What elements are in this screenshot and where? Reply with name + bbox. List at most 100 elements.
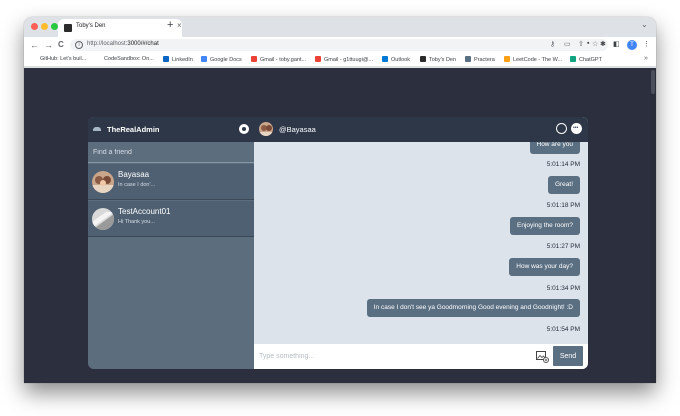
contact-item[interactable]: TestAccount01 Hi Thank you... [88, 201, 254, 237]
bookmark-gmail-2[interactable]: Gmail - g1ttuugi@... [315, 56, 373, 63]
bookmark-label: GitHub: Let's buil... [40, 56, 87, 62]
message-time: 5:01:54 PM [546, 326, 580, 333]
docs-icon [201, 56, 207, 62]
more-options-icon[interactable]: ••• [571, 123, 582, 134]
contact-name: TestAccount01 [118, 207, 171, 216]
browser-toolbar: ← → C i http://localhost:3000/#/chat ⚷ ▭… [24, 37, 656, 53]
forward-button[interactable]: → [44, 38, 53, 52]
message-composer: Send [254, 344, 588, 369]
bookmark-label: Outlook [391, 57, 410, 63]
message-time: 5:01:18 PM [546, 202, 580, 209]
maximize-window-button[interactable] [51, 23, 58, 30]
user-profile-icon[interactable] [556, 123, 567, 134]
message-bubble: Enjoying the room? [509, 217, 580, 235]
cast-icon[interactable]: ▭ [564, 40, 571, 48]
message-time: 5:01:27 PM [546, 243, 580, 250]
logout-icon[interactable] [239, 124, 249, 134]
send-button[interactable]: Send [553, 346, 583, 366]
side-panel-icon[interactable]: ◧ [613, 40, 620, 48]
bookmark-google-docs[interactable]: Google Docs [201, 56, 242, 63]
new-tab-button[interactable]: + [167, 19, 173, 31]
bookmark-label: LinkedIn [172, 57, 193, 63]
bookmark-linkedin[interactable]: LinkedIn [163, 56, 193, 63]
bookmark-leetcode[interactable]: LeetCode - The W... [504, 56, 562, 63]
message-bubble: How are you [529, 142, 580, 154]
sidebar: TheRealAdmin Bayasaa [88, 117, 254, 369]
bookmark-label: Gmail - g1ttuugi@... [324, 57, 373, 63]
address-bar[interactable]: i http://localhost:3000/#/chat ⚷ ▭ ⇧ ☆ [70, 39, 608, 51]
bookmark-label: ChatGPT [579, 57, 602, 63]
leetcode-icon [504, 56, 510, 62]
message-list: How are you 5:01:14 PM Great! 5:01:18 PM… [254, 142, 588, 344]
bookmark-tobys-den[interactable]: Toby's Den [420, 56, 456, 63]
bookmark-label: LeetCode - The W... [513, 57, 563, 63]
tab-search-icon[interactable]: ⌄ [641, 20, 648, 29]
tobysden-icon [420, 56, 426, 62]
outlook-icon [382, 56, 388, 62]
sidebar-header: TheRealAdmin [88, 117, 254, 142]
share-icon[interactable]: ⇧ [578, 40, 584, 48]
message-bubble: How was your day? [509, 258, 580, 276]
reload-button[interactable]: C [58, 38, 64, 52]
message-bubble: In case I don't see ya Goodmorning Good … [366, 299, 580, 317]
menu-dots-icon[interactable]: ⋮ [643, 40, 650, 48]
contact-item[interactable]: Bayasaa In case I don'... [88, 164, 254, 200]
gmail-icon [251, 56, 257, 62]
bookmark-outlook[interactable]: Outlook [382, 56, 410, 63]
bookmark-star-icon[interactable]: ☆ [592, 40, 598, 48]
contact-avatar [92, 208, 114, 230]
contact-name: Bayasaa [118, 170, 150, 179]
bookmarks-overflow-icon[interactable]: » [644, 55, 648, 62]
bookmark-codesandbox[interactable]: CodeSandbox: On... [104, 56, 154, 62]
current-username: TheRealAdmin [107, 125, 160, 134]
tab-close-icon[interactable]: × [177, 21, 182, 30]
bookmarks-bar: GitHub: Let's buil... CodeSandbox: On...… [24, 53, 656, 67]
chatgpt-icon [570, 56, 576, 62]
bookmark-chatgpt[interactable]: ChatGPT [570, 56, 602, 63]
user-avatar-icon [93, 127, 101, 131]
scrollbar-thumb[interactable] [651, 70, 655, 94]
contact-last-message: Hi Thank you... [118, 219, 155, 225]
linkedin-icon [163, 56, 169, 62]
attach-image-icon[interactable] [536, 350, 549, 363]
key-icon[interactable]: ⚷ [550, 40, 555, 48]
chat-panel: @Bayasaa ••• How are you 5:01:14 PM Grea… [254, 117, 588, 369]
url-path: :3000/#/chat [125, 41, 159, 47]
close-window-button[interactable] [31, 23, 38, 30]
gmail-icon [315, 56, 321, 62]
practera-icon [465, 56, 471, 62]
profile-avatar[interactable]: T [627, 40, 637, 50]
favicon-icon [64, 24, 72, 32]
url-host: http://localhost [87, 41, 126, 47]
back-button[interactable]: ← [30, 38, 39, 52]
minimize-window-button[interactable] [41, 23, 48, 30]
bookmark-label: Gmail - toby.gant... [260, 57, 307, 63]
page-scrollbar[interactable] [650, 68, 656, 383]
message-input[interactable] [254, 344, 532, 369]
message-bubble: Great! [547, 176, 580, 194]
bookmark-label: CodeSandbox: On... [104, 56, 154, 62]
bookmark-github[interactable]: GitHub: Let's buil... [40, 56, 86, 62]
friend-search-input[interactable] [88, 142, 254, 163]
page-viewport: TheRealAdmin Bayasaa [24, 68, 656, 383]
message-time: 5:01:34 PM [546, 285, 580, 292]
recipient-name: @Bayasaa [279, 125, 316, 134]
browser-window: Toby's Den × + ⌄ ← → C i http://localhos… [24, 17, 656, 383]
bookmark-gmail-1[interactable]: Gmail - toby.gant... [251, 56, 306, 63]
chat-header: @Bayasaa ••• [254, 117, 588, 142]
site-info-icon[interactable]: i [75, 41, 83, 49]
bookmark-label: Toby's Den [429, 57, 457, 63]
contact-last-message: In case I don'... [118, 182, 156, 188]
puzzle-icon[interactable]: ✱ [600, 40, 606, 48]
contact-avatar [92, 171, 114, 193]
url-text: http://localhost:3000/#/chat [87, 41, 159, 47]
bookmark-label: Practera [474, 57, 495, 63]
extension-icon[interactable]: ▪ [587, 40, 589, 47]
browser-tab[interactable]: Toby's Den × [58, 19, 182, 37]
tab-title: Toby's Den [76, 23, 106, 29]
chat-app: TheRealAdmin Bayasaa [88, 117, 588, 369]
recipient-avatar [259, 122, 273, 136]
tab-strip: Toby's Den × + ⌄ [24, 17, 656, 37]
message-time: 5:01:14 PM [546, 161, 580, 168]
bookmark-practera[interactable]: Practera [465, 56, 495, 63]
